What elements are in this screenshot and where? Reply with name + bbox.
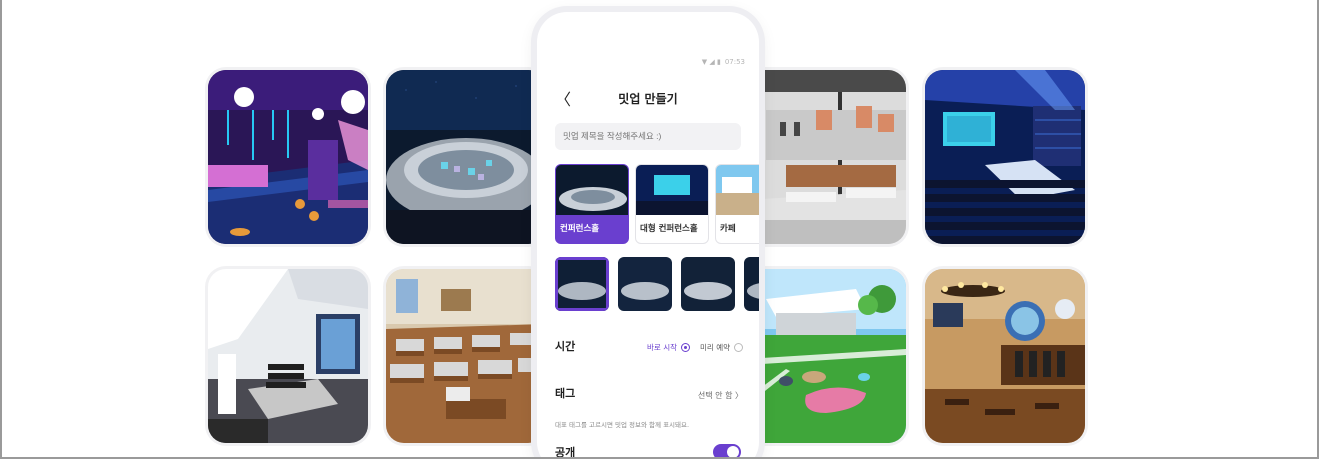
venue-tile-stadium-field[interactable] <box>746 269 906 443</box>
amphitheater-image <box>386 70 546 244</box>
meetup-title-input[interactable] <box>555 123 741 150</box>
public-label: 공개 <box>555 446 576 459</box>
layout-thumb-image <box>618 257 672 311</box>
layout-thumb-image <box>555 257 609 311</box>
venue-tile-tavern[interactable] <box>925 269 1085 443</box>
tag-select[interactable]: 선택 안 함 〉 <box>698 390 743 401</box>
venue-card-label: 카페 <box>720 224 736 234</box>
signal-icons: ▼ ◢ ▮ <box>701 58 721 66</box>
tag-hint: 대표 태그를 고르시면 밋업 정보와 함께 표시돼요. <box>555 421 690 429</box>
venue-card-conference-hall[interactable]: 컨퍼런스홀 <box>555 164 629 244</box>
cafe-lounge-image <box>746 70 906 244</box>
reserve-option-label: 미리 예약 <box>700 343 730 352</box>
large-conference-hall-thumb <box>636 165 708 215</box>
club-image <box>208 70 368 244</box>
layout-thumb-2[interactable] <box>618 257 672 311</box>
layout-thumbnail-row <box>555 257 759 313</box>
layout-thumb-image <box>744 257 759 311</box>
tavern-image <box>925 269 1085 443</box>
status-time: 07:53 <box>724 58 745 66</box>
reserve-radio[interactable] <box>734 343 743 352</box>
venue-tile-loft-lounge[interactable] <box>208 269 368 443</box>
layout-thumb-image <box>681 257 735 311</box>
venue-tile-concert-hall[interactable] <box>925 70 1085 244</box>
status-bar: ▼ ◢ ▮ 07:53 <box>702 58 745 66</box>
app-header: 〈 밋업 만들기 <box>537 82 759 112</box>
venue-tile-cafe-lounge[interactable] <box>746 70 906 244</box>
stadium-field-image <box>746 269 906 443</box>
public-toggle[interactable] <box>713 444 741 457</box>
layout-thumb-4[interactable] <box>744 257 759 311</box>
venue-card-label: 대형 컨퍼런스홀 <box>640 224 698 234</box>
venue-card-large-conference-hall[interactable]: 대형 컨퍼런스홀 <box>635 164 709 244</box>
cafe-thumb <box>716 165 759 215</box>
classroom-image <box>386 269 546 443</box>
time-label: 시간 <box>555 340 576 353</box>
conference-hall-thumb <box>556 165 628 215</box>
layout-thumb-1[interactable] <box>555 257 609 311</box>
page-title: 밋업 만들기 <box>618 92 678 106</box>
loft-lounge-image <box>208 269 368 443</box>
venue-type-carousel: 컨퍼런스홀 대형 컨퍼런스홀 카페 <box>555 164 759 246</box>
start-now-option-label: 바로 시작 <box>647 343 678 352</box>
venue-tile-classroom[interactable] <box>386 269 546 443</box>
venue-tile-club[interactable] <box>208 70 368 244</box>
layout-thumb-3[interactable] <box>681 257 735 311</box>
time-options: 바로 시작 미리 예약 <box>647 342 743 353</box>
venue-card-cafe[interactable]: 카페 <box>715 164 759 244</box>
phone-mockup: ▼ ◢ ▮ 07:53 〈 밋업 만들기 컨퍼런스홀 <box>537 12 759 459</box>
venue-tile-amphitheater[interactable] <box>386 70 546 244</box>
screen-frame: ▼ ◢ ▮ 07:53 〈 밋업 만들기 컨퍼런스홀 <box>0 0 1319 459</box>
venue-card-label: 컨퍼런스홀 <box>560 224 600 234</box>
start-now-radio[interactable] <box>681 343 691 352</box>
concert-hall-image <box>925 70 1085 244</box>
tag-label: 태그 <box>555 387 576 400</box>
